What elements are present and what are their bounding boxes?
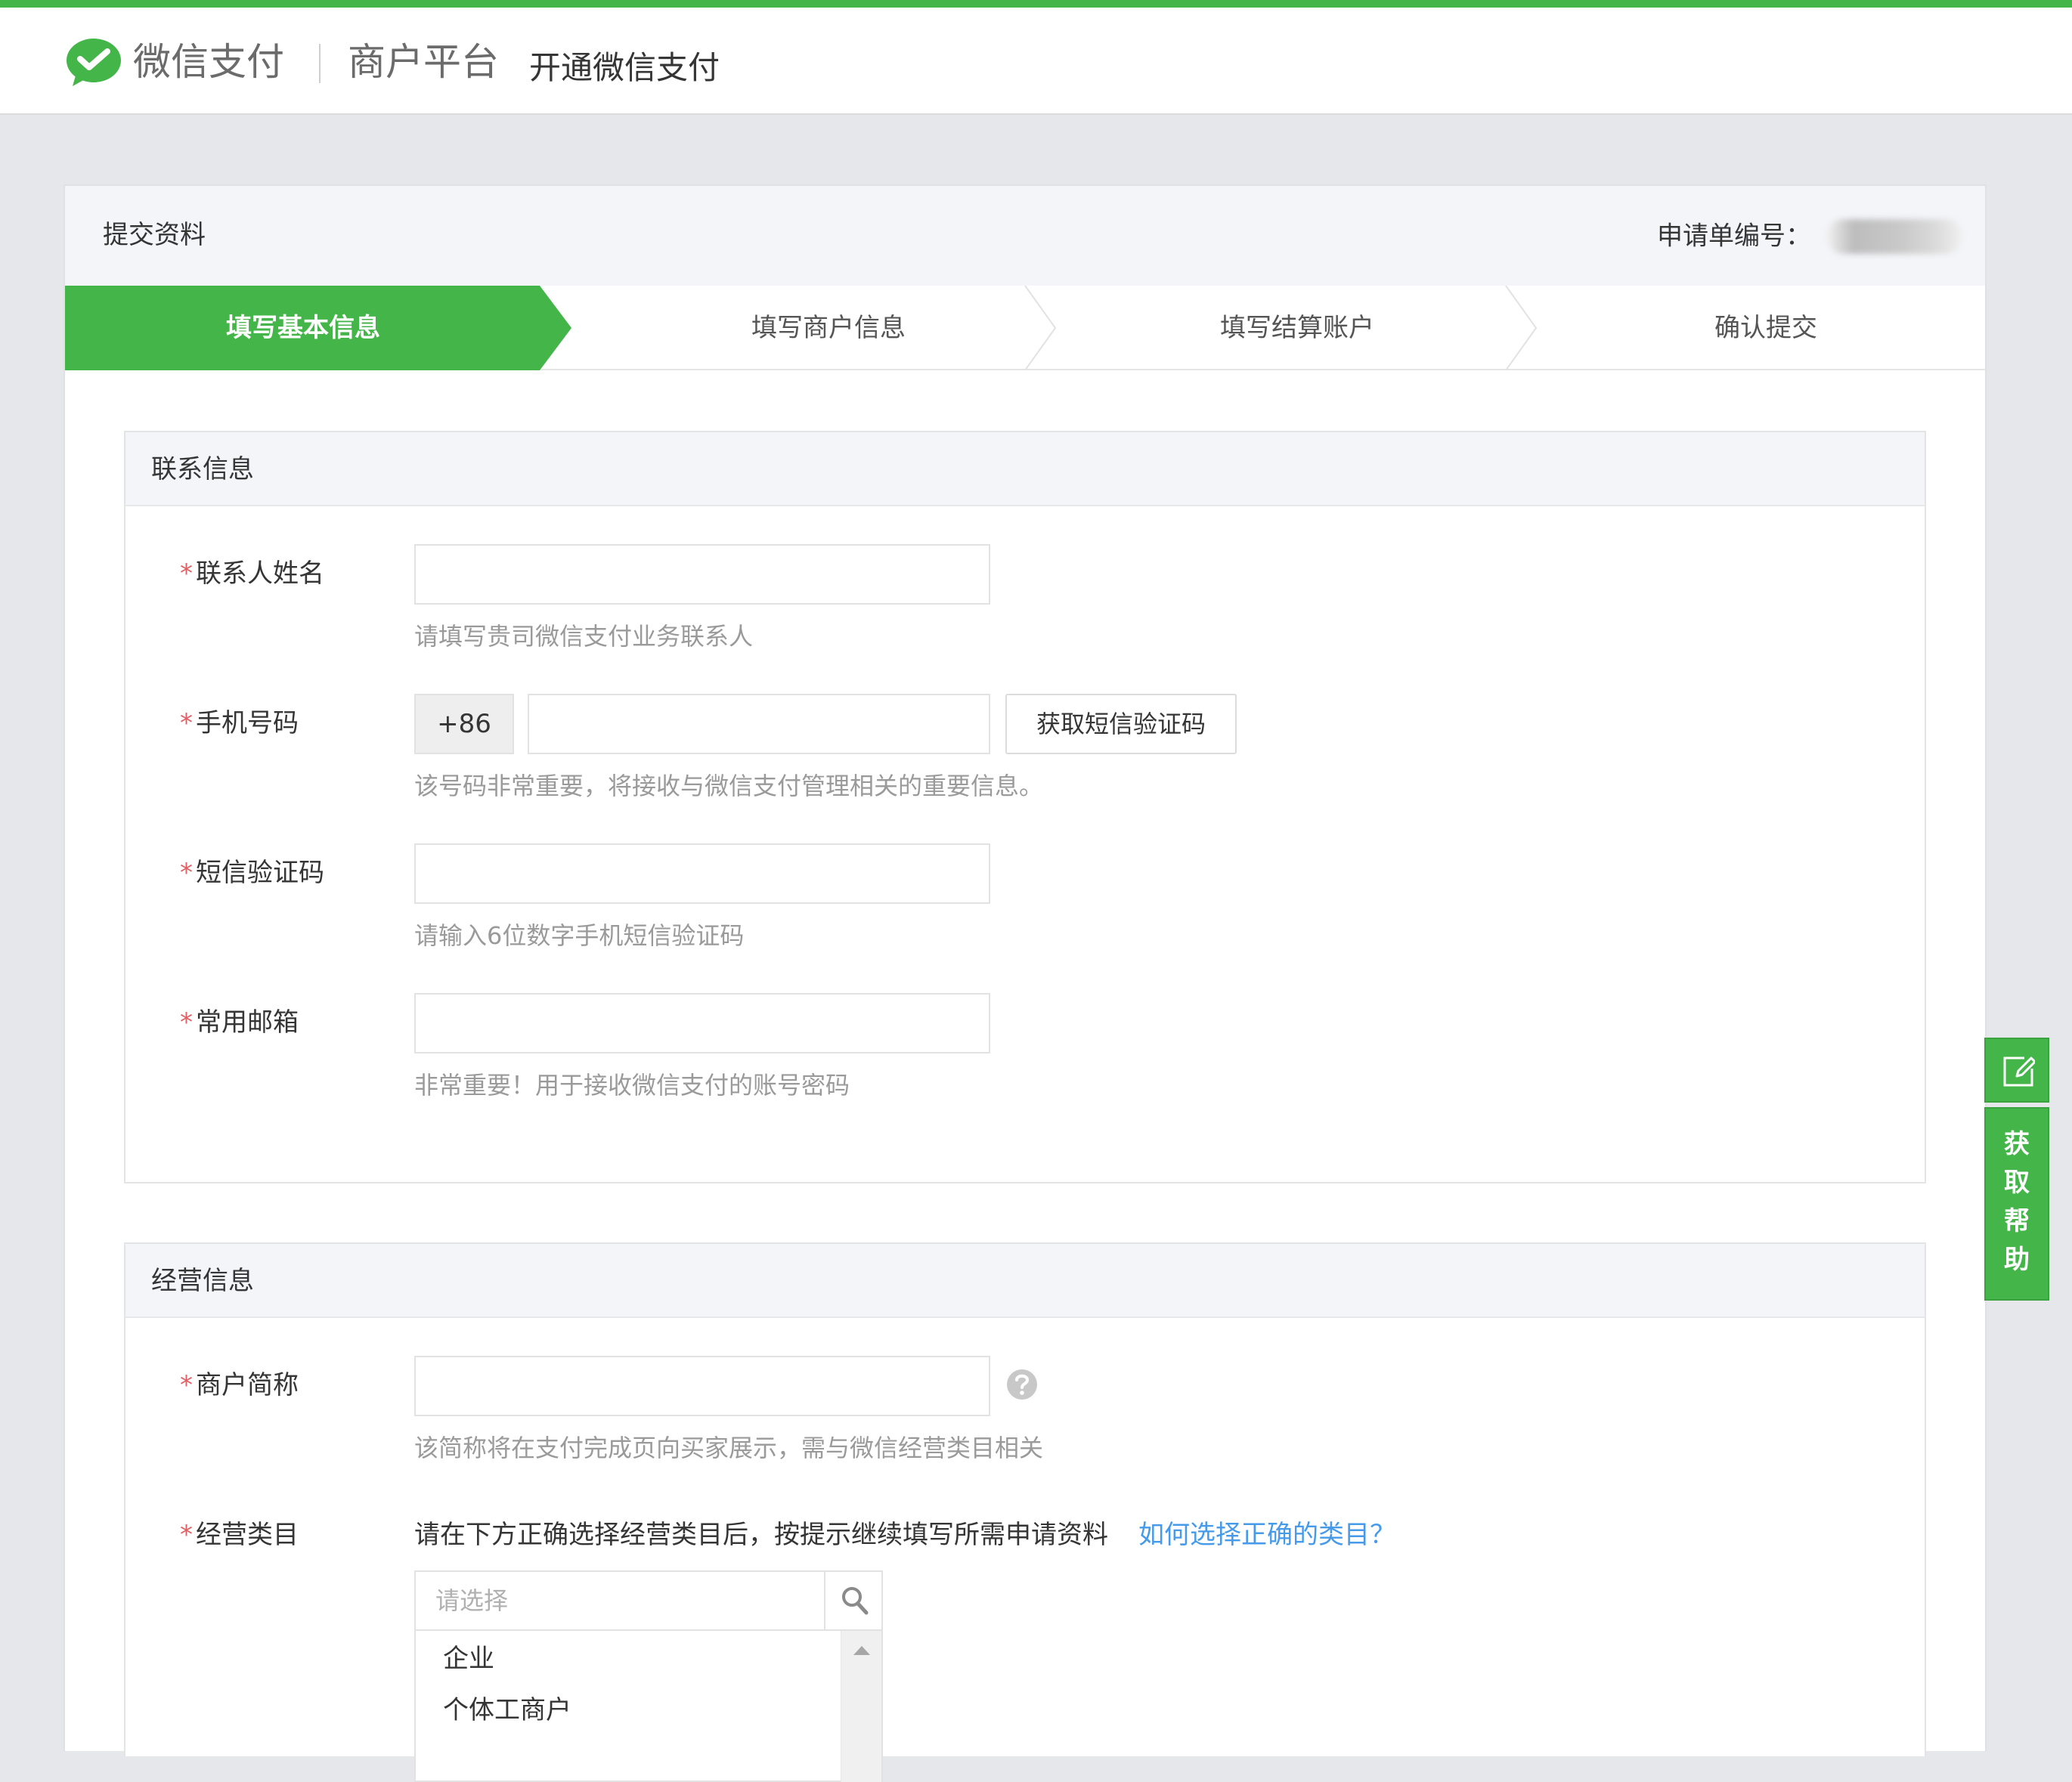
contact-name-label: * 联系人姓名 — [180, 555, 324, 592]
help-char: 取 — [2004, 1168, 2030, 1198]
category-option-enterprise[interactable]: 企业 — [443, 1640, 494, 1678]
header-divider — [319, 44, 321, 83]
phone-label: * 手机号码 — [180, 704, 299, 742]
submit-materials-card: 提交资料 申请单编号： x 填写基本信息 填写商户信息 填写结算账户 确认提交 联… — [63, 184, 1987, 1782]
business-info-section: 经营信息 * 商户简称 该简称将在支付完成页向买家展示，需与微信经营类目相关 * 经… — [124, 1242, 1926, 1782]
section-title: 联系信息 — [125, 432, 1925, 506]
category-option-individual-business[interactable]: 个体工商户 — [443, 1691, 571, 1729]
required-mark: * — [180, 558, 193, 589]
scroll-up-arrow-icon[interactable] — [853, 1646, 870, 1655]
phone-input[interactable] — [528, 694, 990, 754]
section-title: 经营信息 — [125, 1244, 1925, 1318]
help-char: 助 — [2004, 1245, 2030, 1275]
phone-tip: 该号码非常重要，将接收与微信支付管理相关的重要信息。 — [414, 772, 1044, 800]
required-mark: * — [180, 858, 193, 888]
required-mark: * — [180, 1370, 193, 1400]
help-char: 获 — [2004, 1129, 2030, 1159]
merchant-short-name-tip: 该简称将在支付完成页向买家展示，需与微信经营类目相关 — [414, 1434, 1044, 1462]
top-accent-bar — [0, 0, 2072, 8]
email-label: * 常用邮箱 — [180, 1004, 299, 1041]
application-number: 申请单编号： x — [1657, 216, 1962, 255]
step-settlement-account: 填写结算账户 — [1220, 313, 1374, 343]
category-search-button[interactable] — [824, 1572, 883, 1629]
step-label: 填写基本信息 — [226, 313, 380, 343]
field-label-text: 联系人姓名 — [196, 558, 324, 589]
field-label-text: 常用邮箱 — [196, 1007, 299, 1038]
page-subtitle: 开通微信支付 — [529, 49, 720, 86]
required-mark: * — [180, 1007, 193, 1038]
option-list-scrollbar[interactable] — [841, 1631, 881, 1782]
edit-icon — [2003, 1057, 2035, 1087]
sms-code-input[interactable] — [414, 843, 990, 904]
progress-steps: 填写基本信息 填写商户信息 填写结算账户 确认提交 — [65, 286, 1985, 370]
brand-name: 微信支付 — [133, 40, 284, 84]
category-option-list: 企业 个体工商户 — [414, 1631, 883, 1782]
field-label-text: 短信验证码 — [196, 858, 324, 888]
sms-code-label: * 短信验证码 — [180, 854, 324, 892]
field-label-text: 商户简称 — [196, 1370, 299, 1400]
search-icon — [842, 1587, 869, 1615]
sms-code-tip: 请输入6位数字手机短信验证码 — [414, 921, 745, 950]
step-separator-chevron-icon — [1024, 286, 1057, 370]
required-mark: * — [180, 708, 193, 738]
field-label-text: 经营类目 — [196, 1520, 299, 1550]
category-instructions: 请在下方正确选择经营类目后，按提示继续填写所需申请资料 如何选择正确的类目？ — [414, 1516, 1395, 1554]
business-category-label: * 经营类目 — [180, 1516, 299, 1554]
feedback-edit-button[interactable] — [1984, 1038, 2049, 1103]
step-confirm-submit: 确认提交 — [1714, 313, 1817, 343]
application-number-label: 申请单编号： — [1657, 221, 1811, 252]
card-title: 提交资料 — [103, 220, 206, 250]
step-merchant-info: 填写商户信息 — [751, 313, 906, 343]
step-separator-chevron-icon — [1505, 286, 1538, 370]
contact-name-input[interactable] — [414, 544, 990, 605]
application-number-value-redacted: x — [1826, 218, 1962, 254]
step-basic-info: 填写基本信息 — [65, 286, 571, 370]
country-code-prefix: +86 — [414, 694, 514, 754]
card-header: 提交资料 申请单编号： x — [65, 186, 1985, 286]
wechat-pay-logo-icon — [67, 39, 121, 86]
contact-name-tip: 请填写贵司微信支付业务联系人 — [414, 622, 754, 651]
header: 微信支付 商户平台 开通微信支付 — [0, 8, 2072, 115]
category-select[interactable]: 请选择 — [414, 1570, 883, 1631]
field-label-text: 手机号码 — [196, 708, 299, 738]
platform-name: 商户平台 — [348, 40, 499, 84]
help-char: 帮 — [2004, 1206, 2030, 1236]
category-select-placeholder: 请选择 — [435, 1586, 509, 1615]
get-help-button[interactable]: 获 取 帮 助 — [1984, 1107, 2049, 1301]
email-input[interactable] — [414, 993, 990, 1053]
merchant-short-name-input[interactable] — [414, 1356, 990, 1416]
how-to-choose-category-link[interactable]: 如何选择正确的类目？ — [1138, 1520, 1395, 1550]
merchant-short-name-label: * 商户简称 — [180, 1366, 299, 1404]
contact-info-section: 联系信息 * 联系人姓名 请填写贵司微信支付业务联系人 * 手机号码 +86 获取短… — [124, 431, 1926, 1183]
category-intro-text: 请在下方正确选择经营类目后，按提示继续填写所需申请资料 — [414, 1520, 1108, 1550]
question-help-icon[interactable] — [1005, 1368, 1039, 1401]
get-sms-code-button[interactable]: 获取短信验证码 — [1005, 694, 1237, 754]
email-tip: 非常重要！用于接收微信支付的账号密码 — [414, 1071, 850, 1100]
required-mark: * — [180, 1520, 193, 1550]
